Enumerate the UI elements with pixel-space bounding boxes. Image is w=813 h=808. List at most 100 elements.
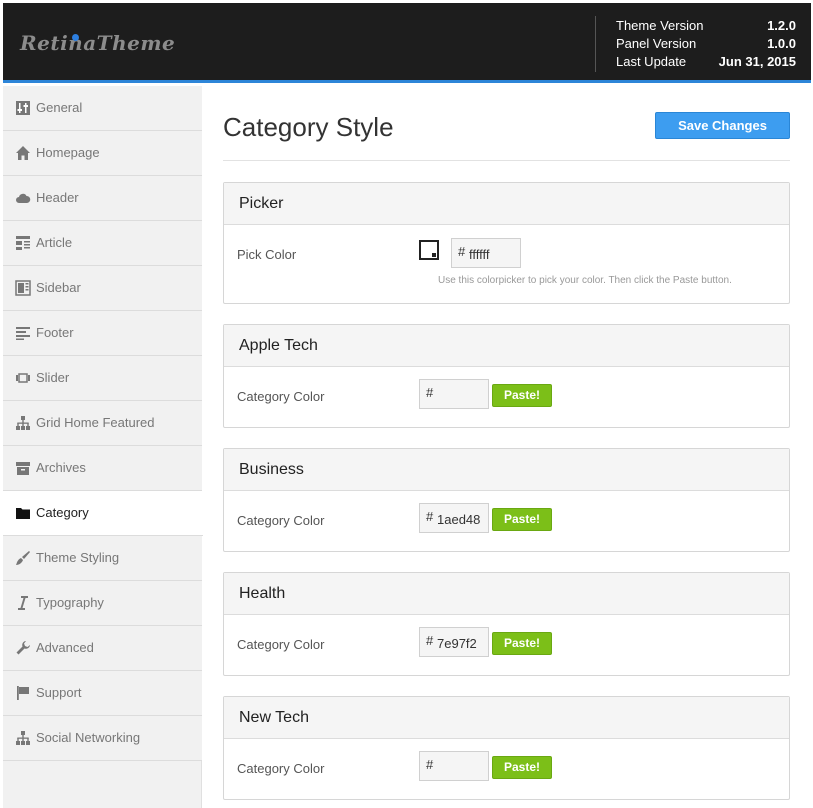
- hash-prefix: #: [426, 757, 434, 772]
- paste-button[interactable]: Paste!: [492, 384, 552, 407]
- sliders-icon: [15, 100, 31, 116]
- sidebar-item-label: Article: [36, 235, 73, 250]
- panel-version-row: Panel Version 1.0.0: [616, 36, 796, 54]
- sidebar-item-label: Social Networking: [36, 730, 141, 745]
- sidebar-item-advanced[interactable]: Advanced: [3, 626, 202, 671]
- divider: [223, 160, 790, 161]
- panel-header: Apple Tech: [224, 325, 789, 367]
- sidebar-item-label: Support: [36, 685, 82, 700]
- sidebar-item-archives[interactable]: Archives: [3, 446, 202, 491]
- folder-icon: [15, 505, 31, 521]
- category-color-input[interactable]: #: [419, 379, 489, 409]
- sidebar-item-label: Typography: [36, 595, 104, 610]
- pick-color-label: Pick Color: [237, 247, 297, 262]
- sidebar-item-slider[interactable]: Slider: [3, 356, 202, 401]
- category-panel-new-tech: New Tech Category Color # Paste!: [223, 696, 790, 800]
- hash-prefix: #: [426, 385, 434, 400]
- panel-header: New Tech: [224, 697, 789, 739]
- last-update-label: Last Update: [616, 54, 687, 69]
- pick-color-value: ffffff: [469, 247, 490, 262]
- panel-title: Picker: [239, 195, 284, 212]
- theme-version-value: 1.2.0: [767, 18, 796, 33]
- sidebar-layout-icon: [15, 280, 31, 296]
- sidebar-item-homepage[interactable]: Homepage: [3, 131, 202, 176]
- page-title: Category Style: [223, 112, 394, 142]
- logo: RetinaTheme: [20, 31, 176, 55]
- category-panel-business: Business Category Color # 1aed48 Paste!: [223, 448, 790, 552]
- sidebar-item-label: Footer: [36, 325, 74, 340]
- sidebar-item-label: Header: [36, 190, 79, 205]
- logo-dot-icon: [72, 34, 79, 41]
- save-changes-button[interactable]: Save Changes: [655, 112, 790, 139]
- cloud-icon: [15, 190, 31, 206]
- category-color-label: Category Color: [237, 513, 325, 528]
- sidebar-item-sidebar[interactable]: Sidebar: [3, 266, 202, 311]
- category-panel-health: Health Category Color # 7e97f2 Paste!: [223, 572, 790, 676]
- picker-panel: Picker Pick Color # ffffff Use this colo…: [223, 182, 790, 304]
- sidebar-item-label: Advanced: [36, 640, 94, 655]
- hash-prefix: #: [426, 509, 434, 524]
- panel-title: Business: [239, 461, 304, 478]
- home-icon: [15, 145, 31, 161]
- panel-title: New Tech: [239, 709, 309, 726]
- category-color-value: 1aed48: [437, 512, 481, 527]
- category-color-label: Category Color: [237, 389, 325, 404]
- theme-version-row: Theme Version 1.2.0: [616, 18, 796, 36]
- panel-version-label: Panel Version: [616, 36, 697, 51]
- sidebar-item-label: Sidebar: [36, 280, 81, 295]
- panel-title: Health: [239, 585, 286, 602]
- sidebar-item-label: General: [36, 100, 83, 115]
- color-swatch-button[interactable]: [419, 240, 439, 260]
- sidebar-item-label: Slider: [36, 370, 70, 385]
- sidebar-item-theme-styling[interactable]: Theme Styling: [3, 536, 202, 581]
- panel-title: Apple Tech: [239, 337, 318, 354]
- sidebar-item-social-networking[interactable]: Social Networking: [3, 716, 202, 761]
- category-color-input[interactable]: # 1aed48: [419, 503, 489, 533]
- sidebar-item-support[interactable]: Support: [3, 671, 202, 716]
- flag-icon: [15, 685, 31, 701]
- brush-icon: [15, 550, 31, 566]
- italic-icon: [15, 595, 31, 611]
- sidebar-item-article[interactable]: Article: [3, 221, 202, 266]
- panel-version-value: 1.0.0: [767, 36, 796, 51]
- theme-version-label: Theme Version: [616, 18, 704, 33]
- archive-box-icon: [15, 460, 31, 476]
- panel-header: Health: [224, 573, 789, 615]
- network-icon: [15, 730, 31, 746]
- divider: [595, 16, 596, 72]
- sidebar: General Homepage Header Article Sidebar …: [3, 86, 203, 808]
- sidebar-item-label: Grid Home Featured: [36, 415, 155, 430]
- sidebar-item-general[interactable]: General: [3, 86, 202, 131]
- category-color-value: 7e97f2: [437, 636, 477, 651]
- sidebar-item-category[interactable]: Category: [3, 491, 203, 536]
- top-header-bar: RetinaTheme Theme Version 1.2.0 Panel Ve…: [3, 3, 811, 83]
- paste-button[interactable]: Paste!: [492, 508, 552, 531]
- wrench-icon: [15, 640, 31, 656]
- sidebar-item-label: Homepage: [36, 145, 100, 160]
- last-update-row: Last Update Jun 31, 2015: [616, 54, 796, 72]
- pick-color-input[interactable]: # ffffff: [451, 238, 521, 268]
- panel-header: Business: [224, 449, 789, 491]
- category-color-input[interactable]: #: [419, 751, 489, 781]
- sidebar-item-typography[interactable]: Typography: [3, 581, 202, 626]
- hash-prefix: #: [426, 633, 434, 648]
- paste-button[interactable]: Paste!: [492, 756, 552, 779]
- sitemap-icon: [15, 415, 31, 431]
- sidebar-item-label: Category: [36, 505, 89, 520]
- sidebar-item-label: Archives: [36, 460, 86, 475]
- footer-lines-icon: [15, 325, 31, 341]
- category-color-label: Category Color: [237, 761, 325, 776]
- article-layout-icon: [15, 235, 31, 251]
- category-panel-apple-tech: Apple Tech Category Color # Paste!: [223, 324, 790, 428]
- sidebar-item-label: Theme Styling: [36, 550, 120, 565]
- last-update-value: Jun 31, 2015: [718, 54, 796, 69]
- paste-button[interactable]: Paste!: [492, 632, 552, 655]
- sidebar-item-header[interactable]: Header: [3, 176, 202, 221]
- category-color-input[interactable]: # 7e97f2: [419, 627, 489, 657]
- sidebar-item-grid-home-featured[interactable]: Grid Home Featured: [3, 401, 202, 446]
- hash-prefix: #: [458, 244, 466, 259]
- picker-hint: Use this colorpicker to pick your color.…: [438, 275, 732, 286]
- sidebar-item-footer[interactable]: Footer: [3, 311, 202, 356]
- category-color-label: Category Color: [237, 637, 325, 652]
- slider-icon: [15, 370, 31, 386]
